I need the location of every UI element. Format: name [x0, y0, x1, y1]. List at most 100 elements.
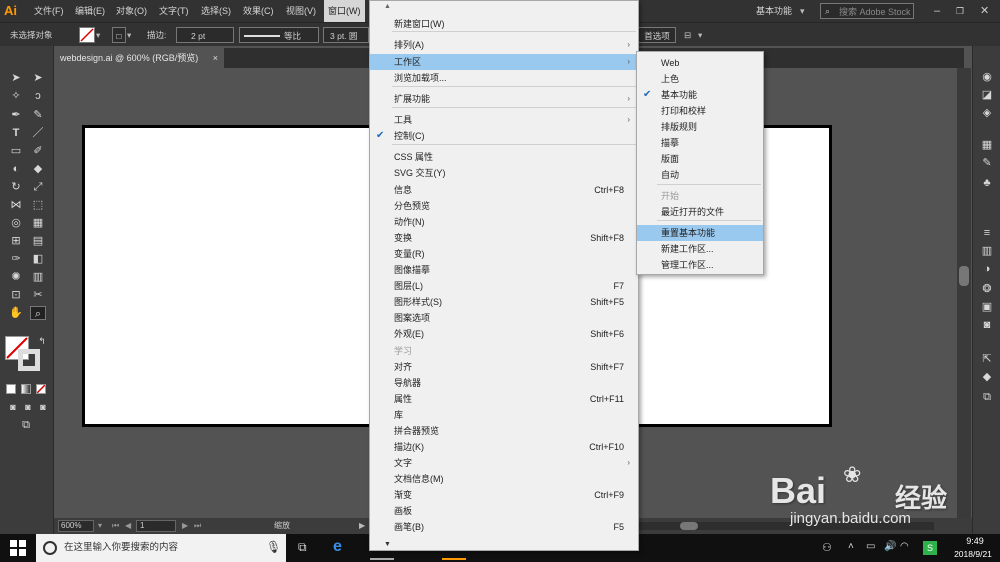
- draw-inside-icon[interactable]: ◙: [35, 400, 51, 414]
- stroke-color-swatch[interactable]: [18, 349, 40, 371]
- hand-tool-icon[interactable]: ✋: [8, 306, 24, 320]
- appearance-icon[interactable]: ❂: [979, 282, 995, 296]
- stroke-panel-icon[interactable]: ≡: [979, 226, 995, 240]
- shaper-icon[interactable]: ◐: [8, 162, 24, 176]
- menu-text[interactable]: 文字(T): [155, 0, 193, 22]
- cortana-icon[interactable]: [43, 541, 57, 555]
- network-icon[interactable]: ▭: [866, 541, 875, 552]
- export-icon[interactable]: ⇱: [979, 352, 995, 366]
- pen-tool-icon[interactable]: ✒: [8, 108, 24, 122]
- gradient-panel-icon[interactable]: ▥: [979, 244, 995, 258]
- symbol-sprayer-icon[interactable]: ✺: [8, 270, 24, 284]
- menu-file[interactable]: 文件(F): [30, 0, 68, 22]
- lasso-icon[interactable]: ↄ: [30, 89, 46, 103]
- window-menu-item[interactable]: 图案选项: [370, 310, 638, 326]
- workspace-menu-item[interactable]: 描摹: [637, 135, 763, 151]
- fill-swatch[interactable]: [79, 27, 95, 43]
- workspace-switcher[interactable]: 基本功能: [756, 3, 792, 19]
- workspace-menu-item[interactable]: Web: [637, 55, 763, 71]
- brush-select[interactable]: 3 pt. 圆: [323, 27, 369, 43]
- window-menu-item[interactable]: 对齐 Shift+F7: [370, 359, 638, 375]
- scrollbar-thumb[interactable]: [959, 266, 969, 286]
- symbols-icon[interactable]: ♣: [979, 176, 995, 190]
- window-menu-item[interactable]: 文字 ›: [370, 455, 638, 471]
- next-page-icon[interactable]: ▶: [182, 518, 188, 534]
- close-icon[interactable]: ×: [213, 48, 218, 68]
- chevron-down-icon[interactable]: ▾: [127, 27, 131, 43]
- window-menu-item[interactable]: 拼合器预览: [370, 423, 638, 439]
- window-menu-item[interactable]: 画板: [370, 503, 638, 519]
- scroll-down-icon[interactable]: ▼: [384, 541, 391, 548]
- free-transform-icon[interactable]: ⬚: [30, 198, 46, 212]
- window-menu-item[interactable]: 属性 Ctrl+F11: [370, 391, 638, 407]
- layers-icon[interactable]: ◆: [979, 370, 995, 384]
- window-menu-item[interactable]: 浏览加载项...: [370, 70, 638, 86]
- window-menu-item[interactable]: CSS 属性: [370, 149, 638, 165]
- window-menu-item[interactable]: 导航器: [370, 375, 638, 391]
- menu-window[interactable]: 窗口(W): [324, 0, 365, 22]
- window-menu-item[interactable]: 图形样式(S) Shift+F5: [370, 294, 638, 310]
- brushes-icon[interactable]: ✎: [979, 156, 995, 170]
- zoom-tool-icon[interactable]: ⌕: [30, 306, 46, 320]
- windows-start-icon[interactable]: [10, 540, 26, 556]
- slice-tool-icon[interactable]: ✂: [30, 288, 46, 302]
- eyedropper-icon[interactable]: ✑: [8, 252, 24, 266]
- stock-search-input[interactable]: 搜索 Adobe Stock: [820, 3, 914, 19]
- color-panel-icon[interactable]: ◉: [979, 70, 995, 84]
- window-menu-item[interactable]: 动作(N): [370, 214, 638, 230]
- workspace-menu-item[interactable]: ✔ 基本功能: [637, 87, 763, 103]
- window-menu-item[interactable]: 外观(E) Shift+F6: [370, 326, 638, 342]
- window-menu-item[interactable]: ✔ 控制(C): [370, 128, 638, 144]
- screen-mode-icon[interactable]: ⧉: [18, 418, 34, 432]
- eraser-icon[interactable]: ◆: [30, 162, 46, 176]
- stroke-swatch[interactable]: □: [112, 27, 126, 43]
- window-menu-item[interactable]: SVG 交互(Y): [370, 165, 638, 181]
- window-menu-item[interactable]: 库: [370, 407, 638, 423]
- libraries-icon[interactable]: ◙: [979, 318, 995, 332]
- color-guide-icon[interactable]: ◪: [979, 88, 995, 102]
- microphone-icon[interactable]: 🎙: [266, 540, 281, 554]
- chevron-up-icon[interactable]: ˄: [848, 541, 854, 552]
- workspace-menu-item[interactable]: 自动: [637, 167, 763, 183]
- draw-behind-icon[interactable]: ◙: [20, 400, 36, 414]
- workspace-menu-item[interactable]: 最近打开的文件: [637, 204, 763, 220]
- first-page-icon[interactable]: ⏮: [112, 518, 119, 534]
- volume-icon[interactable]: 🔊: [884, 541, 896, 552]
- page-number-field[interactable]: 1: [136, 520, 176, 532]
- window-menu-item[interactable]: 图像描摹: [370, 262, 638, 278]
- edge-icon[interactable]: e: [333, 538, 342, 556]
- window-menu-item[interactable]: 描边(K) Ctrl+F10: [370, 439, 638, 455]
- selection-tool-icon[interactable]: ➤: [8, 71, 24, 85]
- window-menu-item[interactable]: 变换 Shift+F8: [370, 230, 638, 246]
- scrollbar-thumb[interactable]: [680, 522, 698, 530]
- width-tool-icon[interactable]: ⋈: [8, 198, 24, 212]
- chevron-down-icon[interactable]: ▾: [96, 27, 100, 43]
- workspace-menu-item[interactable]: 排版规则: [637, 119, 763, 135]
- workspace-menu-item[interactable]: 上色: [637, 71, 763, 87]
- menu-select[interactable]: 选择(S): [197, 0, 235, 22]
- workspace-menu-item[interactable]: 新建工作区...: [637, 241, 763, 257]
- vertical-scrollbar[interactable]: [957, 68, 971, 518]
- scroll-up-icon[interactable]: ▲: [384, 3, 391, 10]
- draw-normal-icon[interactable]: ◙: [5, 400, 21, 414]
- window-menu-item[interactable]: 信息 Ctrl+F8: [370, 182, 638, 198]
- swatches-icon[interactable]: ▦: [979, 138, 995, 152]
- last-page-icon[interactable]: ⏭: [194, 518, 201, 534]
- blend-icon[interactable]: ◧: [30, 252, 46, 266]
- window-menu-item[interactable]: 画笔(B) F5: [370, 519, 638, 535]
- stroke-weight-field[interactable]: 2 pt: [176, 27, 234, 43]
- direct-selection-tool-icon[interactable]: ➤: [30, 71, 46, 85]
- shape-builder-icon[interactable]: ◎: [8, 216, 24, 230]
- chevron-down-icon[interactable]: ▾: [698, 27, 702, 43]
- window-menu-item[interactable]: 变量(R): [370, 246, 638, 262]
- workspace-menu-item[interactable]: 打印和校样: [637, 103, 763, 119]
- gradient-icon[interactable]: ▤: [30, 234, 46, 248]
- type-tool-icon[interactable]: T: [8, 126, 24, 140]
- window-menu-item[interactable]: 工作区 ›: [370, 54, 638, 70]
- taskbar-search-input[interactable]: 在这里输入你要搜索的内容: [36, 534, 286, 562]
- menu-effect[interactable]: 效果(C): [239, 0, 278, 22]
- gradient-mode-icon[interactable]: [21, 384, 31, 394]
- ime-icon[interactable]: S: [923, 541, 937, 555]
- perspective-icon[interactable]: ▦: [30, 216, 46, 230]
- artboards-icon[interactable]: ⧉: [979, 390, 995, 404]
